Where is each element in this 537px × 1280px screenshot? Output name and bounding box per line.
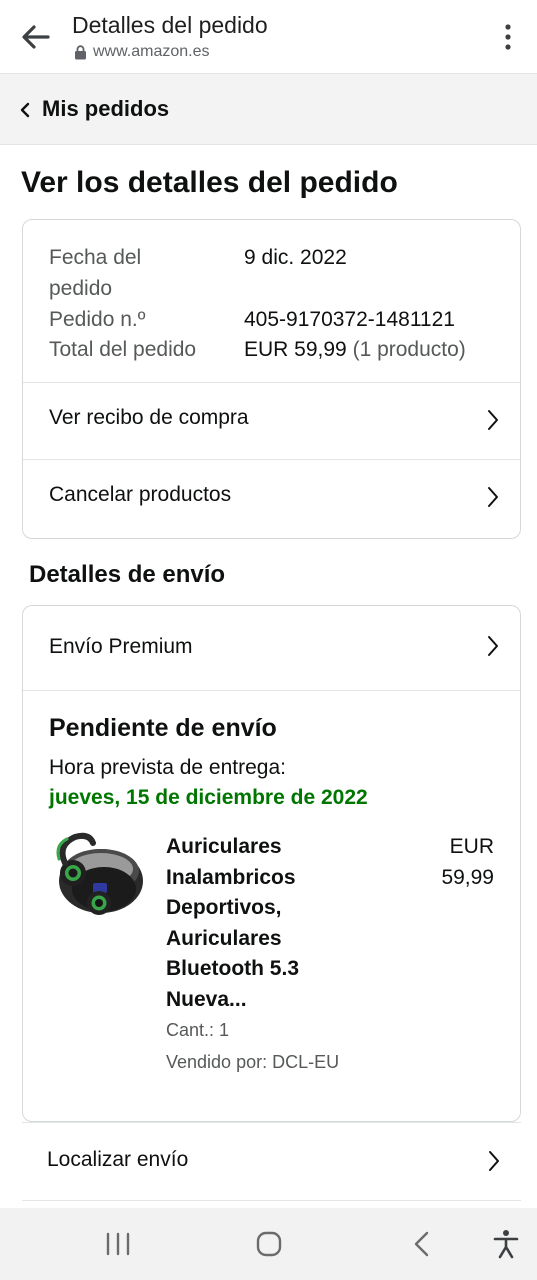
earbuds-product-image[interactable] (49, 831, 145, 927)
chevron-left-icon (20, 102, 30, 118)
shipping-card: Envío Premium Pendiente de envío Hora pr… (22, 605, 521, 1122)
product-name[interactable]: Auriculares Inalambricos Deportivos, Aur… (166, 832, 331, 1015)
product-name-line: Nueva... (166, 987, 247, 1011)
breadcrumb[interactable]: Mis pedidos (0, 74, 537, 145)
breadcrumb-label[interactable]: Mis pedidos (42, 96, 169, 122)
order-total-amount: EUR 59,99 (244, 338, 347, 361)
browser-top-bar: Detalles del pedido www.amazon.es (0, 0, 537, 74)
order-total-value: EUR 59,99 (1 producto) (244, 334, 466, 365)
track-package-label[interactable]: Localizar envío (47, 1148, 188, 1172)
order-total-label: Total del pedido (49, 338, 197, 361)
chevron-right-icon (488, 636, 498, 656)
url-row[interactable]: www.amazon.es (74, 43, 210, 61)
accessibility-icon[interactable] (492, 1228, 520, 1260)
chevron-right-icon (488, 410, 498, 430)
eta-date: jueves, 15 de diciembre de 2022 (49, 786, 368, 809)
product-quantity: Cant.: 1 (166, 1020, 230, 1040)
shipping-section-title: Detalles de envío (29, 561, 226, 588)
lock-icon (75, 44, 86, 59)
divider (23, 690, 520, 691)
shipping-method-label[interactable]: Envío Premium (49, 635, 193, 659)
product-price-currency: EUR (449, 835, 494, 858)
nav-back-icon[interactable] (410, 1228, 434, 1260)
order-date-value: 9 dic. 2022 (244, 246, 347, 269)
product-name-line: Inalambricos (166, 865, 296, 889)
order-date-label-line1: Fecha del (49, 246, 142, 269)
chevron-right-icon (489, 1151, 499, 1171)
browser-page-title: Detalles del pedido (72, 12, 268, 38)
order-summary-card: Fecha del pedido 9 dic. 2022 Pedido n.º … (22, 219, 521, 539)
order-total-items: (1 producto) (352, 338, 466, 361)
page-title: Ver los detalles del pedido (21, 166, 398, 199)
system-navigation-bar (0, 1208, 537, 1280)
cancel-products-row[interactable]: Cancelar productos (23, 459, 520, 538)
order-number-value: 405-9170372-1481121 (244, 308, 455, 331)
eta-label: Hora prevista de entrega: (49, 756, 286, 779)
product-name-line: Bluetooth 5.3 (166, 957, 300, 980)
view-receipt-row[interactable]: Ver recibo de compra (23, 382, 520, 460)
back-arrow-icon[interactable] (18, 22, 52, 52)
shipping-status: Pendiente de envío (49, 714, 277, 742)
product-price-amount: 59,99 (441, 865, 494, 889)
more-vert-icon[interactable] (501, 22, 515, 52)
shipping-method-row[interactable]: Envío Premium (23, 606, 520, 690)
product-price: EUR 59,99 (404, 832, 494, 893)
order-number-label: Pedido n.º (49, 308, 146, 331)
view-receipt-label[interactable]: Ver recibo de compra (49, 406, 249, 430)
product-seller: Vendido por: DCL-EU (166, 1052, 340, 1072)
home-icon[interactable] (254, 1228, 284, 1260)
product-name-line: Deportivos, (166, 896, 282, 919)
cancel-products-label[interactable]: Cancelar productos (49, 483, 231, 507)
chevron-right-icon (488, 487, 498, 507)
order-date-label-line2: pedido (49, 277, 113, 300)
url-text: www.amazon.es (93, 43, 210, 60)
recent-apps-icon[interactable] (104, 1228, 132, 1260)
product-name-line: Auriculares (166, 835, 282, 858)
product-name-line: Auriculares (166, 926, 282, 950)
track-package-row[interactable]: Localizar envío (22, 1122, 521, 1201)
